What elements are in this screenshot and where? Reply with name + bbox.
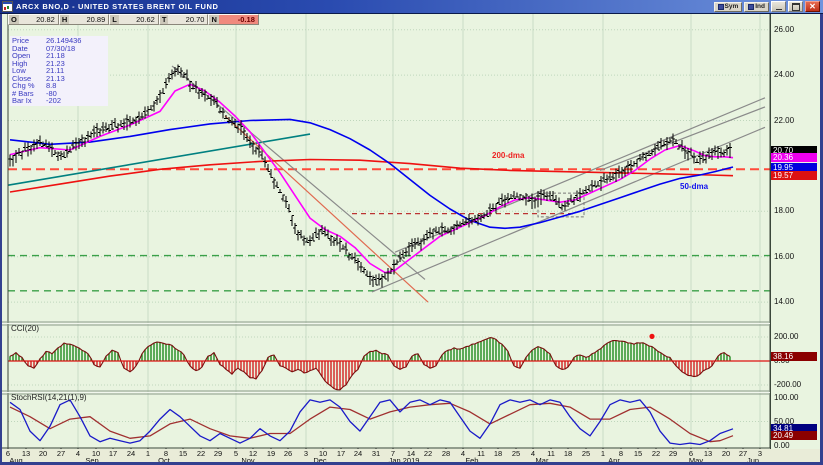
- window-frame-left: [0, 13, 2, 465]
- close-icon: ✕: [809, 1, 816, 11]
- time-axis-day: 25: [511, 449, 521, 458]
- time-axis-day: 26: [283, 449, 293, 458]
- quote-cell-label: O: [9, 15, 19, 24]
- time-axis-day: 13: [21, 449, 31, 458]
- indicators-button[interactable]: Ind: [744, 1, 769, 12]
- app-icon: [2, 1, 13, 12]
- symbols-button-label: Sym: [724, 3, 739, 10]
- symbols-button[interactable]: Sym: [713, 1, 743, 12]
- quote-cell-value: 20.82: [18, 15, 58, 24]
- cci-axis-label: -200.00: [774, 380, 802, 389]
- time-axis-day: 27: [738, 449, 748, 458]
- titlebar-buttons: Sym Ind ✕: [713, 1, 823, 12]
- quote-strip: O 20.82 H 20.89 L 20.62 T 20.70 N -0.18: [8, 14, 259, 25]
- time-axis-day: 28: [441, 449, 451, 458]
- quote-cell-t: T 20.70: [158, 14, 209, 25]
- quote-cell-n: N -0.18: [208, 14, 259, 25]
- quote-cell-label: L: [110, 15, 119, 24]
- time-axis-day: 3: [303, 449, 309, 458]
- time-axis-day: 22: [423, 449, 433, 458]
- time-axis-day: 24: [126, 449, 136, 458]
- quote-cell-h: H 20.89: [58, 14, 110, 25]
- price-axis-label: 18.00: [774, 206, 795, 216]
- time-axis-day: 22: [651, 449, 661, 458]
- indicators-button-label: Ind: [755, 3, 765, 10]
- quote-cell-o: O 20.82: [8, 14, 59, 25]
- time-axis-day: 29: [668, 449, 678, 458]
- price-axis-label: 26.00: [774, 24, 795, 34]
- quote-cell-value: 20.70: [168, 15, 208, 24]
- time-axis-day: 15: [633, 449, 643, 458]
- price-value-tag: 20.36: [771, 153, 817, 163]
- time-axis-day: 24: [353, 449, 363, 458]
- price-value-tag: 19.57: [771, 171, 817, 181]
- time-axis-day: 17: [108, 449, 118, 458]
- quote-cell-label: T: [159, 15, 169, 24]
- cci-value-tag: 38.16: [771, 351, 817, 361]
- time-axis-day: 15: [178, 449, 188, 458]
- maximize-button[interactable]: [788, 1, 803, 12]
- price-axis-label: 16.00: [774, 251, 795, 261]
- indicators-icon: [748, 3, 755, 10]
- cci-axis-label: 200.00: [774, 332, 799, 341]
- price-axis-label: 24.00: [774, 70, 795, 80]
- time-axis-day: 13: [703, 449, 713, 458]
- time-axis-day: 1: [600, 449, 606, 458]
- time-axis-day: 18: [493, 449, 503, 458]
- time-axis-day: 22: [196, 449, 206, 458]
- time-axis-day: 4: [530, 449, 536, 458]
- time-axis-day: 18: [563, 449, 573, 458]
- minimize-icon: [775, 8, 782, 10]
- time-axis-day: 19: [266, 449, 276, 458]
- time-axis-day: 5: [233, 449, 239, 458]
- quote-cell-label: H: [59, 15, 70, 24]
- price-axis-label: 22.00: [774, 115, 795, 125]
- quote-cell-value: 20.89: [69, 15, 109, 24]
- stochrsi-axis-label: 100.00: [774, 392, 799, 402]
- time-axis-day: 25: [581, 449, 591, 458]
- maximize-icon: [791, 2, 800, 11]
- minimize-button[interactable]: [771, 1, 786, 12]
- time-axis-day: 20: [721, 449, 731, 458]
- close-button[interactable]: ✕: [805, 1, 820, 12]
- time-axis-day: 29: [213, 449, 223, 458]
- symbols-icon: [717, 3, 724, 10]
- quote-cell-value: -0.18: [218, 15, 258, 24]
- time-axis-day: 27: [56, 449, 66, 458]
- time-axis-day: 4: [75, 449, 81, 458]
- time-axis-day: 17: [336, 449, 346, 458]
- plot-area[interactable]: [8, 14, 770, 448]
- stochrsi-value-tag: 20.49: [771, 431, 817, 441]
- time-axis-day: 31: [371, 449, 381, 458]
- quote-cell-label: N: [209, 15, 219, 24]
- stochrsi-axis-label: 0.00: [774, 440, 790, 450]
- window-title: ARCX BNO,D - UNITED STATES BRENT OIL FUN…: [16, 2, 219, 11]
- time-axis-day: 4: [460, 449, 466, 458]
- titlebar[interactable]: ARCX BNO,D - UNITED STATES BRENT OIL FUN…: [0, 0, 823, 14]
- quote-cell-l: L 20.62: [109, 14, 159, 25]
- time-axis-day: 1: [145, 449, 151, 458]
- quote-cell-value: 20.62: [118, 15, 158, 24]
- time-axis-day: 20: [38, 449, 48, 458]
- price-axis-label: 14.00: [774, 297, 795, 307]
